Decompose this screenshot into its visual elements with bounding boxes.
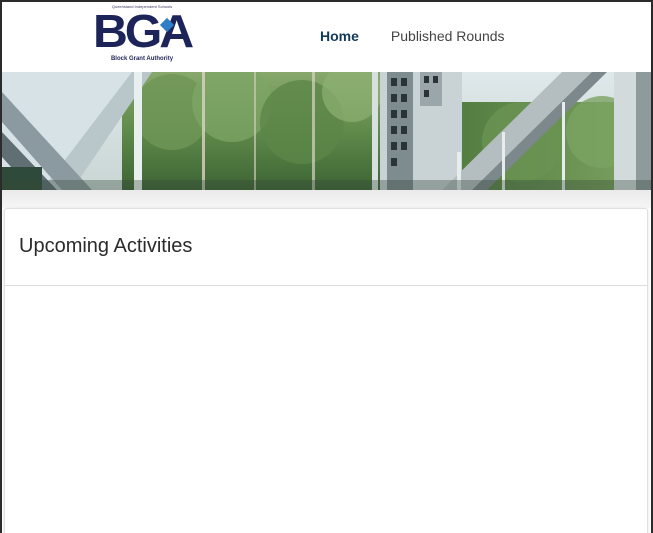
logo-tagline: Block Grant Authority: [110, 56, 174, 62]
hero-banner: [2, 72, 651, 190]
nav-published-rounds-link[interactable]: Published Rounds: [391, 28, 505, 44]
banner-image: [2, 72, 651, 190]
upcoming-activities-list: [5, 286, 647, 533]
page-frame: Queensland Independent Schools BGA Block…: [0, 0, 653, 533]
bga-logo[interactable]: Queensland Independent Schools BGA Block…: [90, 2, 194, 68]
logo-letters: BGA: [93, 5, 194, 57]
upcoming-activities-title: Upcoming Activities: [19, 235, 193, 257]
nav-home-link[interactable]: Home: [320, 28, 359, 44]
main-nav: Home Published Rounds: [320, 28, 505, 44]
site-header: Queensland Independent Schools BGA Block…: [2, 2, 651, 72]
banner-gap: [2, 190, 651, 208]
upcoming-activities-card: Upcoming Activities: [4, 208, 648, 533]
